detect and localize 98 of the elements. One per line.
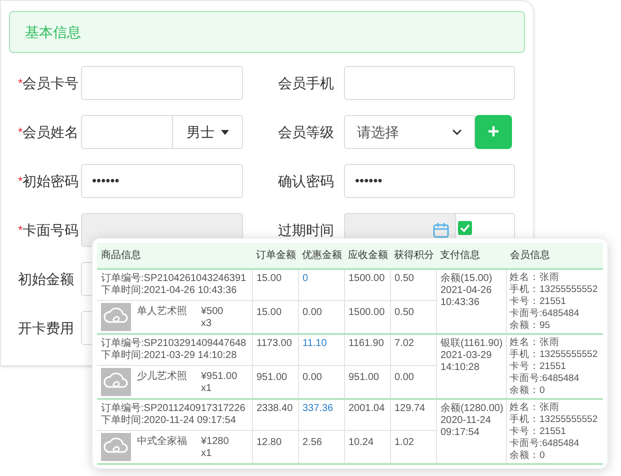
order-time: 下单时间:2021-03-29 14:10:28 (101, 350, 238, 362)
member-info: 余额：0 (510, 450, 546, 462)
table-cell: 1161.90 (344, 334, 390, 366)
table-cell: 2338.40 (252, 399, 298, 430)
order-number: 订单编号:SP2104261043246391 (101, 273, 248, 284)
table-cell: 1500.00 (344, 300, 390, 334)
member-info: 卡面号:6485484 (510, 308, 580, 320)
image-placeholder-icon (101, 433, 131, 461)
member-info: 姓名：张雨 (510, 272, 560, 284)
product-price: ¥951.00 (201, 371, 238, 383)
input-field[interactable]: •••••• (344, 164, 515, 198)
order-number: 订单编号:SP2103291409447648 (101, 338, 248, 350)
table-cell: 2001.04 (344, 399, 390, 430)
table-cell: 0 (298, 269, 344, 300)
member-info: 姓名：张雨 (510, 402, 560, 414)
table-cell: 10.24 (344, 430, 390, 464)
required-mark: * (18, 75, 23, 92)
table-cell: 0.00 (298, 366, 344, 399)
table-cell: 0.00 (298, 300, 344, 334)
product-quantity: x1 (201, 383, 213, 395)
table-cell: 337.36 (298, 399, 344, 430)
image-placeholder-icon (101, 368, 131, 396)
payment-info: 14:10:28 (440, 362, 480, 374)
table-cell: 2.56 (298, 430, 344, 464)
section-header: 基本信息 (9, 11, 525, 53)
field-label: 确认密码 (278, 172, 334, 190)
caret-icon (220, 130, 228, 134)
column-header: 订单金额 (252, 243, 298, 269)
column-header: 支付信息 (436, 243, 506, 269)
product-name: 少儿艺术照 (137, 371, 188, 383)
column-header: 应收金额 (344, 243, 390, 269)
product-quantity: x1 (201, 448, 213, 460)
field-label: 过期时间 (278, 220, 334, 240)
member-info: 卡号：21551 (510, 426, 567, 438)
table-cell: 1.02 (390, 430, 436, 464)
table-cell: 1500.00 (344, 269, 390, 300)
field-label: 开卡费用 (18, 318, 74, 338)
member-info: 手机：13255555552 (510, 349, 599, 361)
payment-info: 2021-03-29 (440, 350, 493, 362)
member-info: 姓名：张雨 (510, 337, 560, 349)
required-mark: * (18, 173, 23, 190)
column-header: 商品信息 (97, 243, 252, 269)
product-name: 中式全家福 (137, 436, 188, 448)
member-info: 手机：13255555552 (510, 284, 599, 296)
table-cell: 1173.00 (252, 334, 298, 366)
member-info: 余额：95 (510, 320, 552, 332)
table-cell: 7.02 (390, 334, 436, 366)
table-cell: 15.00 (252, 300, 298, 334)
member-info: 余额：0 (510, 385, 546, 397)
product-price: ¥1280 (201, 436, 229, 448)
field-label: 初始金额 (18, 270, 74, 288)
required-mark: * (18, 124, 23, 141)
product-quantity: x3 (201, 318, 213, 330)
order-time: 下单时间:2020-11-24 09:17:54 (101, 415, 237, 427)
table-cell: 15.00 (252, 269, 298, 300)
field-label: 会员卡号 (22, 74, 79, 92)
table-cell: 951.00 (252, 366, 298, 399)
table-cell: 0.00 (390, 366, 436, 399)
field-label: 初始密码 (22, 172, 79, 190)
member-info: 卡面号:6485484 (510, 438, 580, 450)
payment-info: 2021-04-26 (440, 285, 493, 297)
member-info: 手机：13255555552 (510, 414, 599, 426)
order-time: 下单时间:2021-04-26 10:43:36 (101, 285, 238, 297)
order-number: 订单编号:SP2011240917317226 (101, 403, 246, 414)
table-cell: 0.50 (390, 269, 436, 300)
payment-info: 09:17:54 (440, 427, 480, 439)
chevron-down-icon (452, 129, 462, 135)
table-cell: 951.00 (344, 366, 390, 399)
column-header: 获得积分 (390, 243, 436, 269)
input-field[interactable] (81, 66, 243, 100)
field-label: 会员姓名 (22, 122, 79, 142)
member-info: 卡面号:6485484 (510, 373, 580, 385)
member-info: 卡号：21551 (510, 361, 567, 373)
column-header: 会员信息 (506, 243, 603, 269)
field-label: 卡面号码 (22, 220, 79, 240)
payment-info: 10:43:36 (440, 297, 480, 309)
field-label: 会员手机 (278, 74, 334, 92)
image-placeholder-icon (101, 303, 131, 331)
table-cell: 11.10 (298, 334, 344, 366)
table-cell: 12.80 (252, 430, 298, 464)
input-field[interactable] (344, 66, 515, 100)
payment-info: 余额(15.00) (440, 273, 494, 285)
product-price: ¥500 (201, 306, 224, 318)
level-dropdown[interactable]: 请选择 (344, 115, 475, 149)
gender-dropdown[interactable]: 男士 (173, 115, 243, 149)
column-header: 优惠金额 (298, 243, 344, 269)
table-cell: 0.50 (390, 300, 436, 334)
calendar-icon (433, 222, 449, 238)
payment-info: 2020-11-24 (440, 415, 492, 427)
field-label: 会员等级 (278, 122, 334, 142)
input-field[interactable] (81, 115, 173, 149)
member-info: 卡号：21551 (510, 296, 567, 308)
payment-info: 余额(1280.00) (440, 403, 502, 415)
required-mark: * (18, 222, 23, 239)
input-field[interactable]: •••••• (81, 164, 243, 198)
table-cell: 129.74 (390, 399, 436, 430)
product-name: 单人艺术照 (137, 306, 188, 318)
payment-info: 银联(1161.90) (440, 338, 502, 350)
